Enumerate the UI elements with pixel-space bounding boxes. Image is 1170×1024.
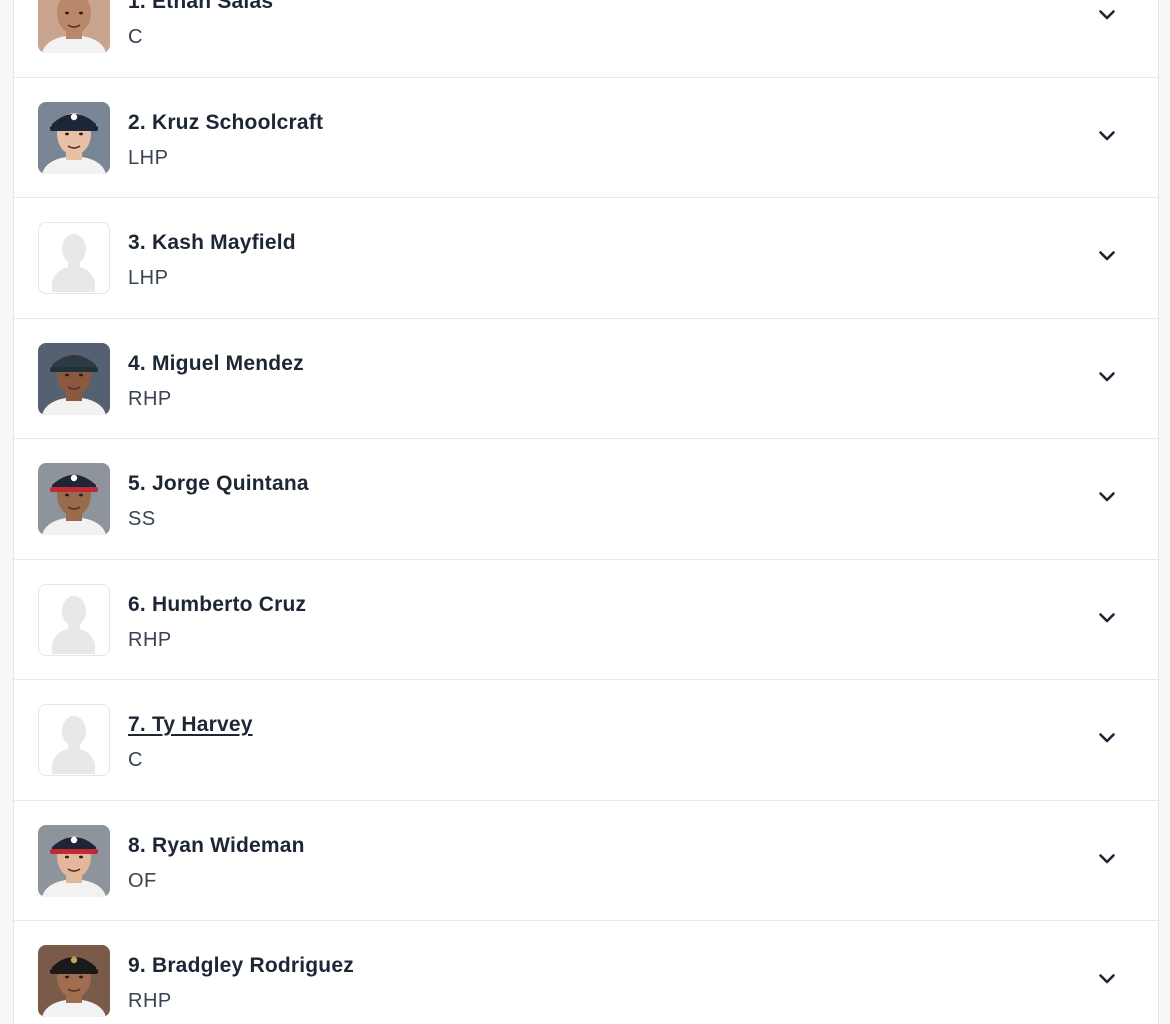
- player-row[interactable]: 5. Jorge Quintana SS: [14, 439, 1158, 560]
- player-position: C: [128, 26, 143, 48]
- player-photo: [38, 342, 110, 415]
- player-name[interactable]: 7. Ty Harvey: [128, 713, 253, 737]
- player-name: 3. Kash Mayfield: [128, 231, 296, 254]
- player-name: 1. Ethan Salas: [128, 0, 274, 13]
- player-row[interactable]: 2. Kruz Schoolcraft LHP: [14, 78, 1158, 198]
- player-photo: [38, 0, 110, 53]
- player-name: 6. Humberto Cruz: [128, 592, 307, 616]
- player-name: 8. Ryan Wideman: [128, 833, 305, 857]
- chevron-down-icon[interactable]: [1098, 972, 1116, 984]
- player-name: 4. Miguel Mendez: [128, 351, 304, 375]
- player-row[interactable]: 7. Ty Harvey C: [14, 680, 1158, 801]
- player-position: LHP: [128, 267, 169, 289]
- chevron-down-icon[interactable]: [1098, 731, 1116, 743]
- player-list: 1. Ethan Salas C 2. Kruz Schoolcraft LHP 3. …: [13, 0, 1159, 1024]
- player-row[interactable]: 6. Humberto Cruz RHP: [14, 560, 1158, 680]
- player-silhouette-icon: [38, 222, 110, 294]
- player-name: 9. Bradgley Rodriguez: [128, 954, 354, 977]
- chevron-down-icon[interactable]: [1098, 249, 1116, 261]
- player-photo: [38, 945, 110, 1017]
- player-position: LHP: [128, 146, 169, 169]
- player-row[interactable]: 4. Miguel Mendez RHP: [14, 319, 1158, 439]
- player-position: RHP: [128, 387, 172, 410]
- chevron-down-icon[interactable]: [1098, 370, 1116, 382]
- player-photo: [38, 824, 110, 897]
- player-photo: [38, 463, 110, 535]
- chevron-down-icon[interactable]: [1098, 129, 1116, 141]
- player-name: 5. Jorge Quintana: [128, 472, 309, 495]
- chevron-down-icon[interactable]: [1098, 611, 1116, 623]
- player-row[interactable]: 8. Ryan Wideman OF: [14, 801, 1158, 921]
- player-row[interactable]: 9. Bradgley Rodriguez RHP: [14, 921, 1158, 1024]
- player-position: SS: [128, 508, 156, 530]
- chevron-down-icon[interactable]: [1098, 490, 1116, 502]
- page: 1. Ethan Salas C 2. Kruz Schoolcraft LHP 3. …: [0, 0, 1170, 1024]
- player-photo: [38, 101, 110, 174]
- player-position: RHP: [128, 990, 172, 1012]
- chevron-down-icon[interactable]: [1098, 8, 1116, 20]
- player-row[interactable]: 1. Ethan Salas C: [14, 0, 1158, 78]
- player-silhouette-icon: [38, 704, 110, 776]
- player-position: C: [128, 749, 143, 771]
- chevron-down-icon[interactable]: [1098, 852, 1116, 864]
- player-silhouette-icon: [38, 583, 110, 656]
- player-position: RHP: [128, 628, 172, 651]
- player-name: 2. Kruz Schoolcraft: [128, 110, 324, 134]
- player-position: OF: [128, 869, 157, 892]
- player-row[interactable]: 3. Kash Mayfield LHP: [14, 198, 1158, 319]
